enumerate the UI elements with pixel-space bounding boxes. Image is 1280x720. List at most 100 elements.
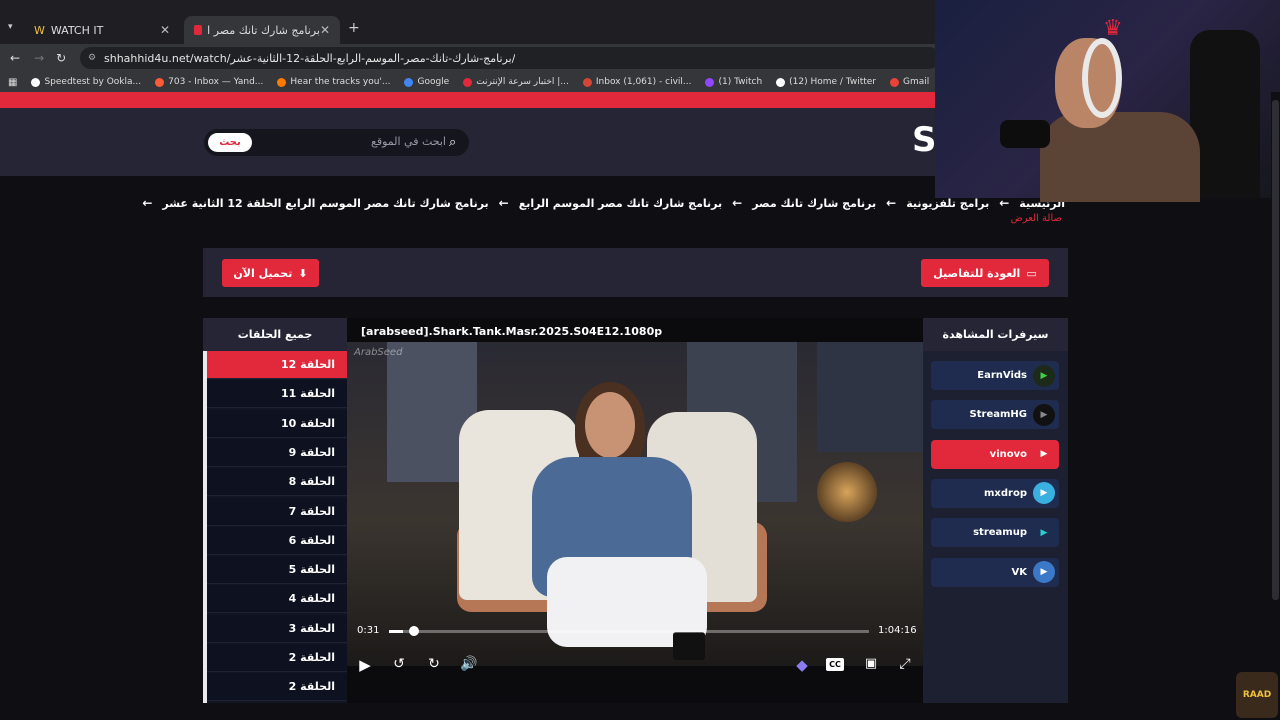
- back-to-details-button[interactable]: العودة للتفاصيل ▭: [921, 259, 1049, 287]
- download-icon: ⬇: [298, 266, 308, 280]
- background-window: [817, 342, 923, 452]
- bookmark-item[interactable]: Inbox (1,061) - civil...: [582, 77, 692, 87]
- site-info-icon[interactable]: ⚙: [88, 53, 96, 63]
- breadcrumb-arrow-icon: ←: [142, 196, 153, 210]
- breadcrumb-season[interactable]: برنامج شارك تانك مصر الموسم الرابع: [519, 197, 722, 210]
- forward-arrow-icon[interactable]: →: [34, 51, 44, 65]
- breadcrumb-show[interactable]: برنامج شارك تانك مصر: [752, 197, 876, 210]
- tab-watch-it[interactable]: W WATCH IT ✕: [24, 16, 180, 44]
- watchit-favicon-icon: W: [34, 23, 45, 37]
- breadcrumb-episode[interactable]: برنامج شارك تانك مصر الموسم الرابع الحلق…: [162, 197, 488, 210]
- breadcrumb-tv-shows[interactable]: برامج تلفزيونية: [906, 197, 989, 210]
- search-icon[interactable]: ⌕: [449, 135, 456, 150]
- tab-list-dropdown-icon[interactable]: ▾: [8, 22, 13, 32]
- episode-item[interactable]: الحلقة 6: [207, 526, 347, 555]
- new-tab-button[interactable]: +: [348, 20, 360, 36]
- bookmark-favicon-icon: [776, 77, 786, 87]
- close-tab-icon[interactable]: ✕: [160, 23, 170, 37]
- episode-item[interactable]: الحلقة 4: [207, 585, 347, 614]
- episode-item[interactable]: الحلقة 2: [207, 644, 347, 672]
- video-watermark: ArabSeed: [354, 347, 403, 358]
- episode-list-header: جميع الحلقات: [203, 318, 347, 351]
- bookmark-favicon-icon: [31, 77, 41, 87]
- video-frame[interactable]: [347, 342, 923, 666]
- episode-item[interactable]: الحلقة 3: [207, 614, 347, 643]
- close-tab-icon[interactable]: ✕: [320, 23, 330, 37]
- streamer-logo-icon: ♛: [1103, 16, 1123, 41]
- raad-badge: RAAD: [1236, 672, 1278, 718]
- current-time: 0:31: [357, 625, 380, 636]
- breadcrumb-arrow-icon: ←: [886, 196, 897, 210]
- server-label: VK: [1011, 566, 1028, 578]
- bookmark-label: (1) Twitch: [718, 77, 763, 87]
- microphone: [1000, 120, 1050, 148]
- server-label: StreamHG: [969, 409, 1027, 421]
- play-icon[interactable]: ▶: [355, 656, 375, 674]
- bookmark-item[interactable]: 703 - Inbox — Yand...: [155, 77, 263, 87]
- captions-icon[interactable]: CC: [826, 658, 844, 671]
- download-button-label: تحميل الآن: [233, 266, 293, 280]
- episode-item[interactable]: الحلقة 8: [207, 468, 347, 497]
- bookmark-label: Inbox (1,061) - civil...: [595, 77, 692, 87]
- site-logo[interactable]: S: [912, 120, 937, 160]
- site-favicon-icon: [194, 25, 202, 35]
- reload-icon[interactable]: ↻: [56, 51, 66, 65]
- bookmark-item[interactable]: Gmail: [890, 77, 929, 87]
- breadcrumb: الرئيسية ← برامج تلفزيونية ← برنامج شارك…: [142, 196, 1065, 210]
- seek-handle[interactable]: [408, 626, 419, 636]
- server-button-earnvids[interactable]: EarnVids ▶: [931, 361, 1059, 390]
- episode-item[interactable]: الحلقة 11: [207, 380, 347, 409]
- bookmark-label: (12) Home / Twitter: [789, 77, 876, 87]
- volume-icon[interactable]: 🔊: [459, 656, 479, 672]
- site-top-strip: [0, 92, 935, 108]
- streamhg-icon: ▶: [1033, 403, 1055, 426]
- bookmark-label: 703 - Inbox — Yand...: [168, 77, 264, 87]
- bookmark-item[interactable]: (12) Home / Twitter: [776, 77, 876, 87]
- download-now-button[interactable]: تحميل الآن ⬇: [222, 259, 319, 287]
- url-field[interactable]: ⚙ shhahhid4u.net/watch/برنامج-شارك-تانك-…: [80, 47, 940, 69]
- page-scrollbar-thumb[interactable]: [1272, 100, 1279, 600]
- episode-item[interactable]: الحلقة 9: [207, 438, 347, 467]
- breadcrumb-arrow-icon: ←: [498, 196, 509, 210]
- servers-header: سيرفرات المشاهدة: [923, 318, 1068, 351]
- bookmark-item[interactable]: (1) Twitch: [705, 77, 762, 87]
- total-time: 1:04:16: [878, 625, 917, 636]
- waveform-icon: ▶: [1033, 443, 1055, 466]
- bookmark-item[interactable]: اختبار سرعة الإنترنت |...: [463, 77, 569, 87]
- search-button[interactable]: بحث: [208, 133, 252, 152]
- bookmark-item[interactable]: Hear the tracks you'...: [277, 77, 390, 87]
- episode-item[interactable]: الحلقة 7: [207, 497, 347, 526]
- gallery-link[interactable]: صالة العرض: [960, 213, 1062, 224]
- server-label: EarnVids: [977, 370, 1027, 381]
- lamp: [817, 462, 877, 522]
- bookmark-favicon-icon: [890, 77, 899, 87]
- monitor-icon: ▭: [1026, 266, 1037, 280]
- server-button-streamhg[interactable]: StreamHG ▶: [931, 400, 1059, 430]
- bookmark-favicon-icon: [705, 77, 715, 87]
- fullscreen-icon[interactable]: ⤢: [895, 656, 915, 672]
- cast-icon[interactable]: ◆: [792, 656, 812, 674]
- server-button-mxdrop[interactable]: mxdrop ▶: [931, 478, 1059, 508]
- seek-bar[interactable]: [389, 630, 869, 633]
- picture-in-picture-icon[interactable]: ▣: [861, 656, 881, 671]
- server-button-streamup[interactable]: streamup ▶: [931, 518, 1059, 548]
- gaming-chair: [1190, 30, 1260, 198]
- bookmark-item[interactable]: Speedtest by Ookla...: [31, 77, 141, 87]
- apps-grid-icon[interactable]: ▦: [8, 77, 17, 88]
- breadcrumb-arrow-icon: ←: [999, 196, 1010, 210]
- back-arrow-icon[interactable]: ←: [10, 51, 20, 65]
- forward-10-icon[interactable]: ↻: [424, 656, 444, 672]
- server-button-vinovo[interactable]: vinovo ▶: [931, 439, 1059, 469]
- episode-item[interactable]: الحلقة 5: [207, 556, 347, 585]
- server-button-vk[interactable]: VK ▶: [931, 557, 1059, 587]
- bookmark-label: Speedtest by Ookla...: [44, 77, 142, 87]
- episode-item[interactable]: الحلقة 10: [207, 409, 347, 438]
- server-label: vinovo: [989, 448, 1027, 460]
- bookmark-favicon-icon: [582, 77, 592, 87]
- episode-item[interactable]: الحلقة 2: [207, 673, 347, 702]
- rewind-10-icon[interactable]: ↺: [389, 656, 409, 672]
- bookmark-item[interactable]: Google: [404, 77, 449, 87]
- tab-current[interactable]: برنامج شارك تانك مصر الموسم ال... ✕: [184, 16, 340, 44]
- bookmark-label: اختبار سرعة الإنترنت |...: [476, 77, 569, 87]
- episode-item[interactable]: الحلقة 12: [207, 351, 347, 379]
